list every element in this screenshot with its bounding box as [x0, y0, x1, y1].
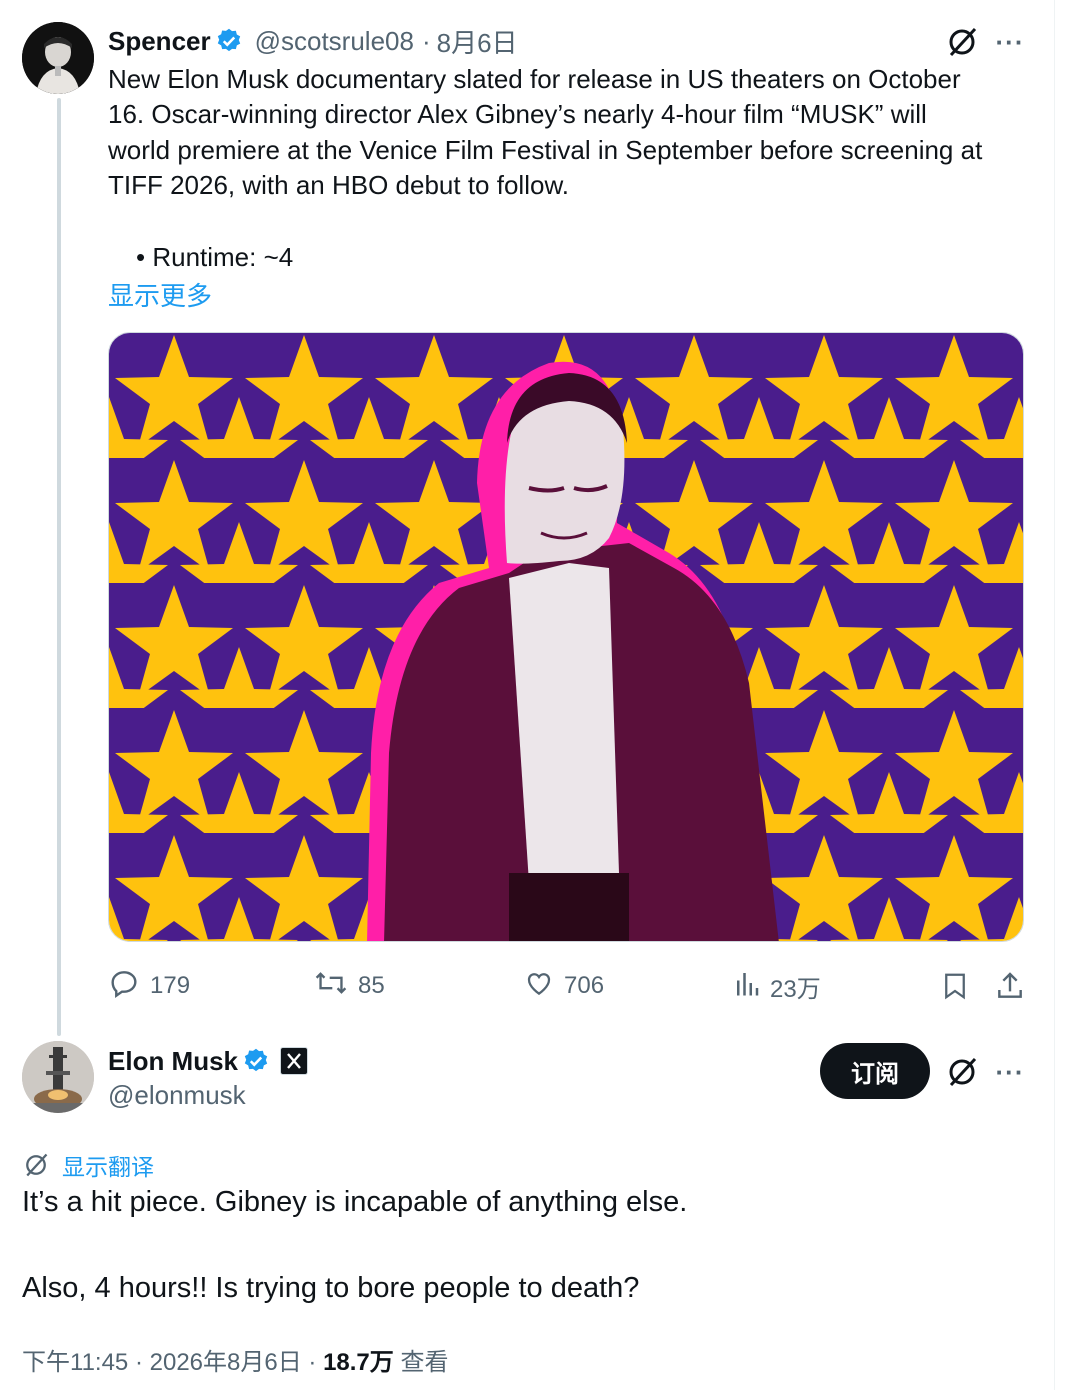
dot-separator: · [308, 1349, 317, 1376]
dot-separator: · [134, 1349, 143, 1376]
like-icon [524, 968, 554, 1005]
reply-icon [108, 967, 140, 1006]
share-icon[interactable] [994, 966, 1026, 1006]
views-icon [734, 968, 760, 1005]
like-count: 706 [564, 972, 605, 999]
subscribe-button[interactable]: 订阅 [820, 1043, 930, 1099]
verified-badge-icon [215, 27, 243, 55]
repost-icon [314, 967, 348, 1006]
reply-time[interactable]: 下午11:45 [22, 1349, 128, 1376]
post-text-line: TIFF 2026, with an HBO debut to follow. [108, 170, 570, 201]
dot-separator: · [421, 25, 431, 56]
translate-label: 显示翻译 [62, 1154, 154, 1180]
verified-badge-icon [242, 1047, 270, 1075]
post-text-line: 16. Oscar-winning director Alex Gibney’s… [108, 99, 927, 130]
avatar-elonmusk[interactable] [22, 1041, 94, 1113]
reply-views-count: 18.7万 [323, 1349, 394, 1376]
translate-icon [22, 1151, 50, 1179]
reply-date[interactable]: 2026年8月6日 [150, 1349, 302, 1376]
x-logo-icon [280, 1047, 309, 1075]
reply-text-line: Also, 4 hours!! Is trying to bore people… [22, 1272, 640, 1304]
views-count: 23万 [770, 975, 821, 1003]
reply-author-handle[interactable]: @elonmusk [108, 1080, 246, 1111]
post-text-line: world premiere at the Venice Film Festiv… [108, 134, 983, 165]
more-icon[interactable]: ··· [992, 24, 1028, 60]
show-more-link[interactable]: 显示更多 [108, 276, 212, 313]
post-date[interactable]: 8月6日 [437, 23, 518, 60]
thread-connector [57, 98, 61, 1036]
grok-icon[interactable] [944, 24, 980, 60]
reply-text-line: It’s a hit piece. Gibney is incapable of… [22, 1186, 688, 1218]
grok-icon[interactable] [944, 1054, 980, 1090]
reply-views-label: 查看 [400, 1349, 449, 1376]
like-button[interactable]: 706 [524, 966, 604, 1006]
more-icon[interactable]: ··· [992, 1054, 1028, 1090]
repost-count: 85 [358, 972, 385, 999]
views-button[interactable]: 23万 [734, 966, 821, 1006]
author-name[interactable]: Spencer [108, 26, 211, 57]
reply-author-name[interactable]: Elon Musk [108, 1046, 238, 1077]
reply-button[interactable]: 179 [108, 966, 190, 1006]
post-text: New Elon Musk documentary slated for rel… [108, 62, 1038, 204]
reply-header: Elon Musk [108, 1044, 309, 1078]
bullet-line: • Runtime: ~4 [136, 242, 294, 272]
timeline-border [1054, 0, 1055, 1390]
reply-count: 179 [150, 972, 191, 999]
translate-link[interactable]: 显示翻译 [22, 1148, 154, 1182]
repost-button[interactable]: 85 [314, 966, 385, 1006]
reply-meta: 下午11:45 · 2026年8月6日 · 18.7万 查看 [22, 1342, 448, 1377]
post-text-line: New Elon Musk documentary slated for rel… [108, 64, 961, 94]
bookmark-icon[interactable] [940, 966, 970, 1006]
author-handle[interactable]: @scotsrule08 [255, 26, 414, 57]
avatar-spencer[interactable] [22, 22, 94, 94]
post-header: Spencer @scotsrule08 · 8月6日 [108, 24, 518, 58]
post-media-image[interactable] [108, 332, 1024, 942]
